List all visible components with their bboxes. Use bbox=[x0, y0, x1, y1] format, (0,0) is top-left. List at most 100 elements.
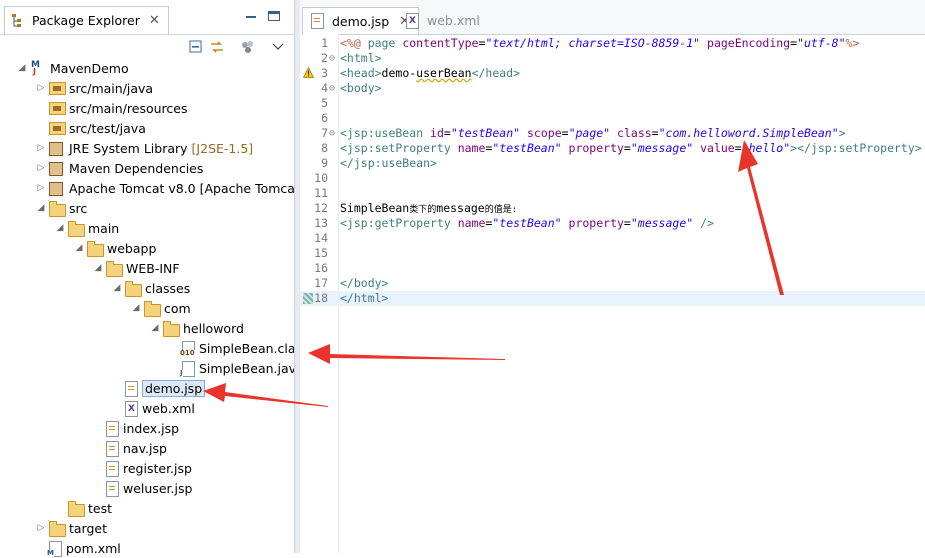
code-line[interactable]: 4 ⊖ <body> bbox=[300, 81, 925, 96]
tree-item-main[interactable]: ◢ main bbox=[54, 218, 119, 238]
tree-item-src-main-resources[interactable]: src/main/resources bbox=[35, 98, 187, 118]
tree-item-web-xml[interactable]: Xweb.xml bbox=[111, 398, 195, 418]
code-token: <jsp:setProperty bbox=[340, 141, 458, 155]
tree-item-src-main-java[interactable]: ▷ src/main/java bbox=[35, 78, 154, 98]
tree-item-com[interactable]: ◢ com bbox=[130, 298, 191, 318]
code-line[interactable]: 13 <jsp:getProperty name = "testBean" prope… bbox=[300, 216, 925, 231]
collapsed-arrow-icon[interactable]: ▷ bbox=[35, 523, 47, 533]
tree-item-test[interactable]: test bbox=[54, 498, 112, 518]
fold-toggle-icon[interactable]: ⊖ bbox=[329, 51, 335, 66]
line-number: 7 bbox=[321, 126, 328, 140]
expanded-arrow-icon[interactable]: ◢ bbox=[16, 63, 28, 73]
tree-item-demo-jsp[interactable]: demo.jsp bbox=[111, 378, 206, 398]
tree-item-helloword[interactable]: ◢ helloword bbox=[149, 318, 244, 338]
line-number: 16 bbox=[314, 261, 328, 275]
collapsed-arrow-icon[interactable]: ▷ bbox=[35, 83, 47, 93]
tree-item-maven-dependencies[interactable]: ▷ Maven Dependencies bbox=[35, 158, 203, 178]
tree-item-label: WEB-INF bbox=[126, 260, 180, 276]
collapsed-arrow-icon[interactable]: ▷ bbox=[35, 143, 47, 153]
code-token: page bbox=[367, 36, 403, 50]
tree-item-jre-system-library[interactable]: ▷ JRE System Library [J2SE-1.5] bbox=[35, 138, 253, 158]
code-line[interactable]: 11 bbox=[300, 186, 925, 201]
maven-pom-icon: M bbox=[47, 540, 62, 557]
code-line[interactable]: 2 ⊖ <html> bbox=[300, 51, 925, 66]
tree-item-src-test-java[interactable]: src/test/java bbox=[35, 118, 146, 138]
code-line[interactable]: 1 <%@ page contentType = "text/html; charse… bbox=[300, 36, 925, 51]
tab-package-explorer[interactable]: Package Explorer ✕ bbox=[4, 6, 169, 34]
tree-item-mavendemo[interactable]: ◢ M J MavenDemo bbox=[16, 58, 129, 78]
code-token: id bbox=[430, 126, 444, 140]
link-with-editor-icon[interactable] bbox=[209, 39, 225, 55]
jsp-file-icon bbox=[106, 420, 119, 437]
code-token: </jsp:useBean> bbox=[340, 156, 437, 170]
code-token: class bbox=[617, 126, 652, 140]
code-line[interactable]: 14 bbox=[300, 231, 925, 246]
close-icon[interactable]: ✕ bbox=[149, 13, 160, 28]
tree-item-simplebean-java[interactable]: J SimpleBean.java bbox=[168, 358, 304, 378]
tree-item-target[interactable]: ▷ target bbox=[35, 518, 107, 538]
collapsed-arrow-icon[interactable]: ▷ bbox=[35, 163, 47, 173]
code-line[interactable]: 16 bbox=[300, 261, 925, 276]
tree-item-register-jsp[interactable]: register.jsp bbox=[92, 458, 192, 478]
tree-item-label: SimpleBean.java bbox=[199, 360, 304, 376]
code-token: = bbox=[790, 36, 798, 50]
expanded-arrow-icon[interactable]: ◢ bbox=[92, 263, 104, 273]
tab-web-xml-label: web.xml bbox=[427, 13, 480, 28]
collapsed-arrow-icon[interactable]: ▷ bbox=[35, 183, 47, 193]
code-line[interactable]: 3 <head>demo-userBean</head> bbox=[300, 66, 925, 81]
tab-package-explorer-label: Package Explorer bbox=[32, 13, 140, 28]
expanded-arrow-icon[interactable]: ◢ bbox=[111, 283, 123, 293]
code-line[interactable]: 8 <jsp:setProperty name = "testBean" proper… bbox=[300, 141, 925, 156]
code-line[interactable]: 17 </body> bbox=[300, 276, 925, 291]
tree-item-webapp[interactable]: ◢ webapp bbox=[73, 238, 156, 258]
code-line[interactable]: 5 bbox=[300, 96, 925, 111]
code-token: "hello" bbox=[741, 141, 791, 155]
tree-item-nav-jsp[interactable]: nav.jsp bbox=[92, 438, 167, 458]
code-line[interactable]: 10 bbox=[300, 171, 925, 186]
library-icon bbox=[49, 160, 65, 176]
code-token: <jsp:useBean bbox=[340, 126, 431, 140]
tree-item-web-inf[interactable]: ◢ WEB-INF bbox=[92, 258, 180, 278]
tree-item-apache-tomcat-v8-0-apache-tomcat-v[interactable]: ▷ Apache Tomcat v8.0 [Apache Tomcat v bbox=[35, 178, 311, 198]
code-line[interactable]: 18 </html> bbox=[300, 291, 925, 306]
view-menu-chevron-down-icon[interactable] bbox=[270, 39, 286, 55]
fold-toggle-icon[interactable]: ⊖ bbox=[329, 126, 335, 141]
tree-item-label: Apache Tomcat v8.0 [Apache Tomcat v bbox=[69, 180, 312, 196]
expanded-arrow-icon[interactable]: ◢ bbox=[73, 243, 85, 253]
code-token: ></jsp:setProperty> bbox=[790, 141, 922, 155]
line-number: 8 bbox=[321, 141, 328, 155]
collapse-all-icon[interactable] bbox=[188, 39, 204, 55]
maximize-view-button[interactable] bbox=[268, 11, 280, 21]
code-line[interactable]: 15 bbox=[300, 246, 925, 261]
line-number: 4 bbox=[321, 81, 328, 95]
tree-item-label: src bbox=[69, 200, 88, 216]
filters-icon[interactable] bbox=[240, 39, 256, 55]
jsp-file-icon bbox=[106, 460, 119, 477]
tree-item-src[interactable]: ◢ src bbox=[35, 198, 87, 218]
code-token: "utf-8" bbox=[797, 36, 846, 50]
tree-item-weluser-jsp[interactable]: weluser.jsp bbox=[92, 478, 192, 498]
expanded-arrow-icon[interactable]: ◢ bbox=[54, 223, 66, 233]
code-line[interactable]: 9 </jsp:useBean> bbox=[300, 156, 925, 171]
fold-toggle-icon[interactable]: ⊖ bbox=[329, 81, 335, 96]
expanded-arrow-icon[interactable]: ◢ bbox=[35, 203, 47, 213]
tree-item-label: src/main/resources bbox=[69, 100, 188, 116]
tree-item-label: nav.jsp bbox=[123, 440, 167, 456]
tab-web-xml[interactable]: X web.xml bbox=[398, 7, 488, 34]
tree-item-label: demo.jsp bbox=[142, 379, 206, 397]
tree-item-pom-xml[interactable]: Mpom.xml bbox=[35, 538, 121, 558]
minimize-view-button[interactable] bbox=[245, 11, 257, 21]
code-line[interactable]: 12 SimpleBean类下的message的值是: bbox=[300, 201, 925, 216]
tree-item-label: main bbox=[88, 220, 120, 236]
code-line[interactable]: 7 ⊖ <jsp:useBean id="testBean" scope="page… bbox=[300, 126, 925, 141]
tree-item-index-jsp[interactable]: index.jsp bbox=[92, 418, 179, 438]
tree-item-classes[interactable]: ◢ classes bbox=[111, 278, 190, 298]
expanded-arrow-icon[interactable]: ◢ bbox=[130, 303, 142, 313]
tree-item-simplebean-clas[interactable]: 010 SimpleBean.clas bbox=[168, 338, 302, 358]
line-number: 5 bbox=[321, 96, 328, 110]
expanded-arrow-icon[interactable]: ◢ bbox=[149, 323, 161, 333]
tree-item-label: MavenDemo bbox=[50, 60, 129, 76]
code-line[interactable]: 6 bbox=[300, 111, 925, 126]
